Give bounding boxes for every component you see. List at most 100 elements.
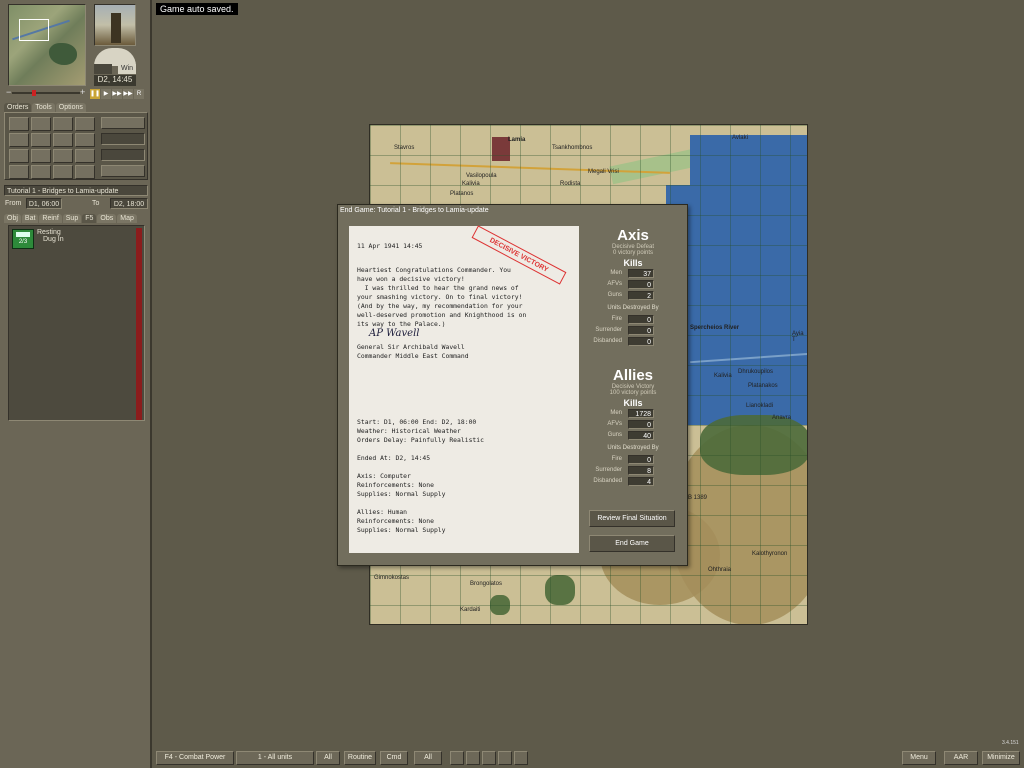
tab-map[interactable]: Map [117,214,137,223]
order-button[interactable] [9,149,29,163]
order-button[interactable] [75,165,95,179]
map-label: Tsankhombnos [552,145,593,151]
unit-list-scrollbar[interactable] [136,228,142,420]
map-label: Ayia T [792,331,804,343]
tab-tools[interactable]: Tools [32,103,55,112]
game-time: D2, 14:45 [94,75,136,86]
bottom-toolbar: F4 - Combat Power 1 - All units All Rout… [152,748,1024,768]
faster-button[interactable]: ▶▶ [123,89,133,99]
unit-status: Resting Dug In [37,229,64,243]
order-button[interactable] [9,117,29,131]
allies-title: Allies [612,367,654,384]
commander-letter: 11 Apr 1941 14:45 DECISIVE VICTORY Heart… [349,225,579,553]
unit-filter-select[interactable]: 1 - All units [236,751,314,765]
zoom-in-icon[interactable]: + [80,87,85,97]
cmd-button[interactable]: Cmd [380,751,408,765]
order-button[interactable] [9,165,29,179]
map-label: Anavra [772,415,792,421]
routine-button[interactable]: Routine [344,751,376,765]
order-button[interactable] [31,165,51,179]
allies-men-label: Men [610,410,622,416]
order-button[interactable] [75,117,95,131]
tab-options[interactable]: Options [55,103,86,112]
tab-f5[interactable]: F5 [82,214,97,223]
all-button[interactable]: All [316,751,340,765]
minimap[interactable] [8,4,86,86]
allies-guns-value: 40 [628,431,654,440]
review-final-situation-button[interactable]: Review Final Situation [589,510,675,527]
ended-at: Ended At: D2, 14:45 [357,454,431,462]
zoom-out-icon[interactable]: − [6,87,11,97]
version-label: 3.4.151 [1002,740,1019,746]
menu-button[interactable]: Menu [902,751,936,765]
map-label: Kalothyronon [752,551,788,557]
order-button[interactable] [31,133,51,147]
pause-button[interactable]: ❚❚ [90,89,100,99]
tab-bat[interactable]: Bat [21,214,39,223]
map-label: Dhrukoupilos [738,369,774,375]
minimap-terrain [49,43,77,65]
zoom-knob[interactable] [32,90,36,96]
unit-counter[interactable]: 2/3 [12,229,34,249]
order-button[interactable] [31,117,51,131]
scenario-title: Tutorial 1 - Bridges to Lamia-update [4,185,148,196]
all-button-2[interactable]: All [414,751,442,765]
tab-sup[interactable]: Sup [62,214,82,223]
map-label: Spercheios River [690,325,740,331]
orders-panel [4,112,148,180]
order-button[interactable] [31,149,51,163]
play-button[interactable]: ▶ [101,89,111,99]
game-settings: Start: D1, 06:00 End: D2, 18:00 Weather:… [357,418,484,444]
allies-disbanded-label: Disbanded [593,478,622,484]
end-game-button[interactable]: End Game [589,535,675,552]
minimize-button[interactable]: Minimize [982,751,1020,765]
axis-men-label: Men [610,270,622,276]
axis-results: Axis Decisive Defeat 0 victory points Ki… [586,227,680,347]
info-toggle-icon[interactable] [514,751,528,765]
order-button[interactable] [75,133,95,147]
win-field: Win [118,64,136,74]
zoom-slider[interactable]: − + [6,87,86,97]
axis-disbanded-label: Disbanded [593,338,622,344]
tab-obj[interactable]: Obj [4,214,21,223]
fast-forward-button[interactable]: ▶▶ [112,89,122,99]
units-toggle-icon[interactable] [466,751,480,765]
order-button[interactable] [53,165,73,179]
minimap-viewport[interactable] [19,19,49,41]
order-side-button[interactable] [101,165,145,177]
tab-obs[interactable]: Obs [97,214,117,223]
axis-afv-row: AFVs 0 [586,279,680,290]
axis-vp: 0 victory points [612,250,654,256]
terrain-toggle-icon[interactable] [482,751,496,765]
allies-disbanded-row: Disbanded 4 [586,476,680,487]
allies-kills-title: Kills [623,398,643,408]
order-button[interactable] [53,133,73,147]
autosave-notice: Game auto saved. [156,3,238,15]
from-time: D1, 06:00 [26,198,62,209]
axis-surrender-row: Surrender 0 [586,325,680,336]
order-side-button[interactable] [101,117,145,129]
allies-surrender-row: Surrender 8 [586,465,680,476]
tab-orders[interactable]: Orders [4,103,32,112]
replay-button[interactable]: R [134,89,144,99]
map-label: Kalivia [462,181,480,187]
combat-power-button[interactable]: F4 - Combat Power [156,751,234,765]
grid-toggle-icon[interactable] [450,751,464,765]
allies-guns-label: Guns [607,432,622,438]
order-button[interactable] [53,149,73,163]
order-button[interactable] [75,149,95,163]
axis-men-row: Men 37 [586,268,680,279]
axis-afv-label: AFVs [607,281,622,287]
zoom-track [12,92,80,94]
unit-strength: 2/3 [18,239,28,245]
allies-men-row: Men 1728 [586,408,680,419]
dialog-title: End Game: Tutorial 1 - Bridges to Lamia-… [340,207,489,214]
visibility-toggle-icon[interactable] [498,751,512,765]
aar-button[interactable]: AAR [944,751,978,765]
order-button[interactable] [9,133,29,147]
order-button[interactable] [53,117,73,131]
axis-guns-row: Guns 2 [586,290,680,301]
tab-reinf[interactable]: Reinf [39,214,62,223]
map-label: Kardaiti [460,607,481,613]
unit-tabs: Obj Bat Reinf Sup F5 Obs Map [4,214,137,223]
